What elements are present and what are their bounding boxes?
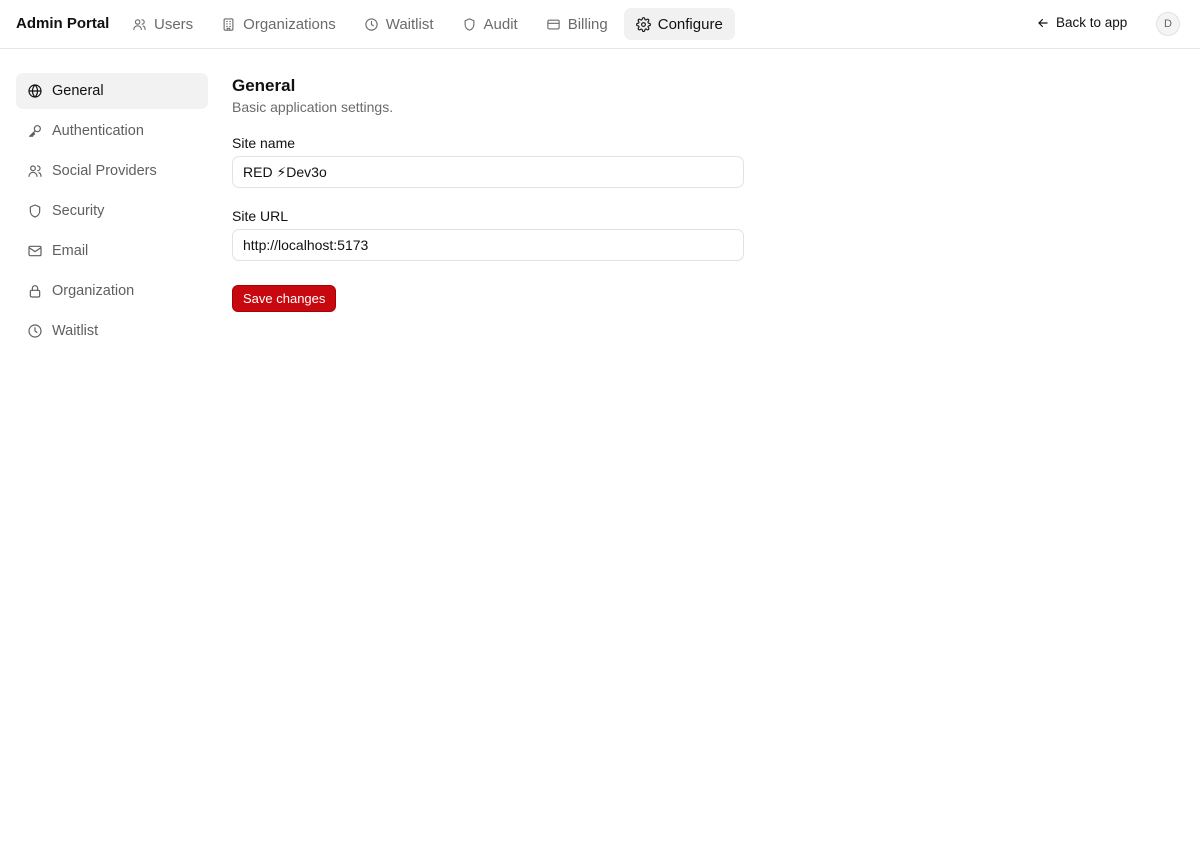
mail-icon xyxy=(28,245,42,257)
clock-icon xyxy=(28,324,42,338)
settings-sidebar: General Authentication Social Providers … xyxy=(16,73,208,353)
page-subtitle: Basic application settings. xyxy=(232,99,394,115)
nav-users[interactable]: Users xyxy=(120,8,205,40)
top-nav: Users Organizations Waitlist Audit Billi… xyxy=(120,8,735,40)
sidebar-item-label: Email xyxy=(52,243,89,259)
nav-organizations[interactable]: Organizations xyxy=(209,8,348,40)
site-name-label: Site name xyxy=(232,135,296,151)
sidebar-item-security[interactable]: Security xyxy=(16,193,208,229)
site-url-input[interactable] xyxy=(232,229,744,261)
sidebar-item-general[interactable]: General xyxy=(16,73,208,109)
credit-card-icon xyxy=(547,19,560,29)
top-bar: Admin Portal Users Organizations Waitlis… xyxy=(0,0,1200,49)
lock-icon xyxy=(29,285,41,298)
nav-organizations-label: Organizations xyxy=(243,15,336,33)
nav-waitlist-label: Waitlist xyxy=(385,15,434,33)
sidebar-item-authentication[interactable]: Authentication xyxy=(16,113,208,149)
save-changes-button[interactable]: Save changes xyxy=(232,285,337,312)
key-icon xyxy=(29,125,41,137)
users-icon xyxy=(28,165,42,177)
users-icon xyxy=(133,18,146,30)
nav-audit[interactable]: Audit xyxy=(450,8,530,40)
globe-icon xyxy=(28,84,42,98)
building-icon xyxy=(223,17,234,31)
shield-icon xyxy=(464,17,474,31)
sidebar-item-label: Authentication xyxy=(52,123,144,139)
nav-waitlist[interactable]: Waitlist xyxy=(352,8,446,40)
nav-audit-label: Audit xyxy=(483,15,518,33)
sidebar-item-organization[interactable]: Organization xyxy=(16,273,208,309)
nav-configure-label: Configure xyxy=(657,15,723,33)
site-name-input[interactable] xyxy=(232,156,744,188)
sidebar-item-label: Social Providers xyxy=(52,163,157,179)
shield-icon xyxy=(29,204,41,218)
site-url-label: Site URL xyxy=(232,208,289,224)
sidebar-item-label: General xyxy=(52,83,104,99)
nav-configure[interactable]: Configure xyxy=(623,8,735,40)
back-to-app-link[interactable]: Back to app xyxy=(1036,15,1127,30)
brand-title: Admin Portal xyxy=(16,15,110,32)
arrow-left-icon xyxy=(1038,18,1048,27)
clock-icon xyxy=(365,17,378,31)
general-settings-panel: General Basic application settings. Site… xyxy=(232,76,744,312)
avatar[interactable]: D xyxy=(1156,12,1180,36)
sidebar-item-waitlist[interactable]: Waitlist xyxy=(16,313,208,349)
nav-billing[interactable]: Billing xyxy=(534,8,620,40)
gear-icon xyxy=(635,16,651,32)
sidebar-item-social-providers[interactable]: Social Providers xyxy=(16,153,208,189)
back-to-app-label: Back to app xyxy=(1056,15,1128,30)
nav-billing-label: Billing xyxy=(567,15,608,33)
nav-users-label: Users xyxy=(154,15,194,33)
page-title: General xyxy=(232,76,296,95)
sidebar-item-label: Organization xyxy=(52,283,135,299)
sidebar-item-email[interactable]: Email xyxy=(16,233,208,269)
sidebar-item-label: Waitlist xyxy=(52,323,99,339)
sidebar-item-label: Security xyxy=(52,203,105,219)
